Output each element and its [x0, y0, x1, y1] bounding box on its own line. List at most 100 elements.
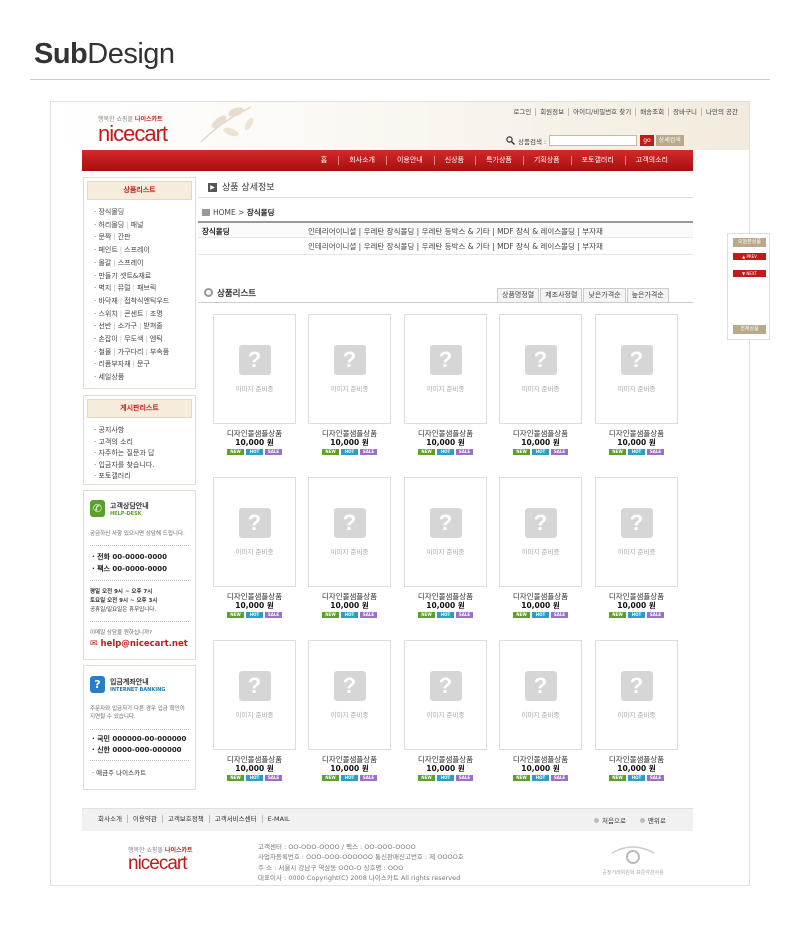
sidebar-product-link[interactable]: 손잡이 [98, 335, 117, 343]
sidebar-board-item[interactable]: · 공지사항 [94, 425, 195, 437]
sidebar-board-item[interactable]: · 포토갤러리 [94, 471, 195, 483]
sidebar-product-link[interactable]: 문짝 [98, 233, 111, 241]
footer-link-company[interactable]: 회사소개 [98, 815, 127, 823]
product-card[interactable]: ? 이미지 준비중 디자인몰샘플상품 10,000 원 NEW HOT SALE [499, 640, 582, 781]
product-name[interactable]: 디자인몰샘플상품 [213, 755, 296, 764]
sidebar-product-link[interactable]: 스프레이 [124, 246, 150, 254]
sidebar-product-link[interactable]: 페인트 [98, 246, 117, 254]
sidebar-product-link[interactable]: 문구 [137, 360, 150, 368]
product-card[interactable]: ? 이미지 준비중 디자인몰샘플상품 10,000 원 NEW HOT SALE [499, 314, 582, 455]
sidebar-product-link[interactable]: 허리몰딩 [98, 221, 124, 229]
product-card[interactable]: ? 이미지 준비중 디자인몰샘플상품 10,000 원 NEW HOT SALE [213, 314, 296, 455]
product-thumbnail[interactable]: ? 이미지 준비중 [499, 314, 582, 424]
top-link-member[interactable]: 회원정보 [535, 108, 568, 116]
product-name[interactable]: 디자인몰샘플상품 [499, 755, 582, 764]
product-thumbnail[interactable]: ? 이미지 준비중 [308, 640, 391, 750]
next-button[interactable]: ▼ NEXT [733, 270, 766, 277]
product-name[interactable]: 디자인몰샘플상품 [308, 592, 391, 601]
product-card[interactable]: ? 이미지 준비중 디자인몰샘플상품 10,000 원 NEW HOT SALE [404, 477, 487, 618]
product-name[interactable]: 디자인몰샘플상품 [595, 755, 678, 764]
product-card[interactable]: ? 이미지 준비중 디자인몰샘플상품 10,000 원 NEW HOT SALE [308, 640, 391, 781]
nav-home[interactable]: 홈 [310, 150, 338, 171]
footer-link-email[interactable]: E-MAIL [261, 815, 295, 823]
nav-new[interactable]: 신상품 [433, 150, 475, 171]
footer-link-service[interactable]: 고객서비스센터 [208, 815, 262, 823]
sidebar-product-link[interactable]: 패널 [131, 221, 144, 229]
advanced-search-button[interactable]: 상세검색 [655, 135, 684, 146]
product-card[interactable]: ? 이미지 준비중 디자인몰샘플상품 10,000 원 NEW HOT SALE [595, 477, 678, 618]
product-name[interactable]: 디자인몰샘플상품 [595, 429, 678, 438]
logo[interactable]: 행복한 쇼핑몰 나이스카트 nicecart [98, 114, 168, 145]
category-links[interactable]: 인테리어이니셜 | 우레탄 장식몰딩 | 우레탄 등박스 & 기타 | MDF … [308, 238, 603, 254]
product-name[interactable]: 디자인몰샘플상품 [404, 592, 487, 601]
sort-by-maker[interactable]: 제조사정렬 [540, 288, 583, 302]
product-card[interactable]: ? 이미지 준비중 디자인몰샘플상품 10,000 원 NEW HOT SALE [595, 640, 678, 781]
product-thumbnail[interactable]: ? 이미지 준비중 [213, 314, 296, 424]
sidebar-board-item[interactable]: · 입금자를 찾습니다. [94, 460, 195, 472]
nav-voice[interactable]: 고객의소리 [624, 150, 679, 171]
product-name[interactable]: 디자인몰샘플상품 [213, 592, 296, 601]
sort-by-low-price[interactable]: 낮은가격순 [583, 288, 626, 302]
product-card[interactable]: ? 이미지 준비중 디자인몰샘플상품 10,000 원 NEW HOT SALE [499, 477, 582, 618]
product-name[interactable]: 디자인몰샘플상품 [213, 429, 296, 438]
sidebar-product-link[interactable]: 엔틱 [150, 335, 163, 343]
product-thumbnail[interactable]: ? 이미지 준비중 [595, 314, 678, 424]
product-thumbnail[interactable]: ? 이미지 준비중 [499, 477, 582, 587]
go-top-link[interactable]: 맨위로 [639, 815, 666, 825]
sidebar-product-link[interactable]: 철물 [98, 348, 111, 356]
sidebar-product-link[interactable]: 무도색 [124, 335, 143, 343]
product-card[interactable]: ? 이미지 준비중 디자인몰샘플상품 10,000 원 NEW HOT SALE [213, 640, 296, 781]
sidebar-product-link[interactable]: 스프레이 [118, 259, 144, 267]
sidebar-board-item[interactable]: · 자주하는 질문과 답 [94, 448, 195, 460]
product-name[interactable]: 디자인몰샘플상품 [404, 755, 487, 764]
sidebar-product-link[interactable]: 콘센트 [124, 310, 143, 318]
nav-planned[interactable]: 기획상품 [522, 150, 571, 171]
nav-special[interactable]: 특가상품 [475, 150, 523, 171]
product-name[interactable]: 디자인몰샘플상품 [308, 755, 391, 764]
sidebar-product-link[interactable]: 간판 [118, 233, 131, 241]
product-card[interactable]: ? 이미지 준비중 디자인몰샘플상품 10,000 원 NEW HOT SALE [308, 314, 391, 455]
product-name[interactable]: 디자인몰샘플상품 [308, 429, 391, 438]
nav-gallery[interactable]: 포토갤러리 [570, 150, 625, 171]
sidebar-product-link[interactable]: 세일상품 [98, 373, 124, 381]
top-link-delivery[interactable]: 배송조회 [635, 108, 668, 116]
sidebar-product-link[interactable]: 몰갈 [98, 259, 111, 267]
product-thumbnail[interactable]: ? 이미지 준비중 [499, 640, 582, 750]
product-thumbnail[interactable]: ? 이미지 준비중 [213, 477, 296, 587]
help-email-link[interactable]: help@nicecart.net [101, 639, 188, 649]
product-name[interactable]: 디자인몰샘플상품 [499, 592, 582, 601]
product-card[interactable]: ? 이미지 준비중 디자인몰샘플상품 10,000 원 NEW HOT SALE [404, 314, 487, 455]
product-thumbnail[interactable]: ? 이미지 준비중 [308, 477, 391, 587]
all-products-button[interactable]: 전체상품 [733, 325, 766, 334]
sidebar-product-link[interactable]: 바닥재 [98, 297, 117, 305]
search-go-button[interactable]: go [640, 135, 654, 146]
product-name[interactable]: 디자인몰샘플상품 [499, 429, 582, 438]
sidebar-product-link[interactable]: 받쳐줄 [143, 322, 162, 330]
sidebar-product-link[interactable]: 접착식엔틱우드 [124, 297, 169, 305]
search-input[interactable] [549, 135, 638, 146]
prev-button[interactable]: ▲ PREV [733, 253, 766, 260]
product-card[interactable]: ? 이미지 준비중 디자인몰샘플상품 10,000 원 NEW HOT SALE [404, 640, 487, 781]
sidebar-product-link[interactable]: 선반 [98, 322, 111, 330]
category-links[interactable]: 인테리어이니셜 | 우레탄 장식몰딩 | 우레탄 등박스 & 기타 | MDF … [308, 223, 603, 237]
footer-link-privacy[interactable]: 고객보호정책 [161, 815, 209, 823]
product-card[interactable]: ? 이미지 준비중 디자인몰샘플상품 10,000 원 NEW HOT SALE [595, 314, 678, 455]
sidebar-product-link[interactable]: 만들기 셋트&재료 [98, 272, 151, 280]
sidebar-product-link[interactable]: 벽지 [98, 284, 111, 292]
top-link-mypage[interactable]: 나만의 공간 [701, 108, 742, 116]
product-name[interactable]: 디자인몰샘플상품 [595, 592, 678, 601]
sidebar-product-link[interactable]: 스위치 [98, 310, 117, 318]
sidebar-product-link[interactable]: 뮤럴 [118, 284, 131, 292]
sidebar-product-link[interactable]: 조명 [150, 310, 163, 318]
sidebar-product-link[interactable]: 패브릭 [137, 284, 156, 292]
sidebar-board-item[interactable]: · 고객의 소리 [94, 437, 195, 449]
go-first-link[interactable]: 처음으로 [594, 815, 626, 825]
product-thumbnail[interactable]: ? 이미지 준비중 [595, 640, 678, 750]
sidebar-product-link[interactable]: 장식몰딩 [98, 208, 124, 216]
product-thumbnail[interactable]: ? 이미지 준비중 [213, 640, 296, 750]
product-card[interactable]: ? 이미지 준비중 디자인몰샘플상품 10,000 원 NEW HOT SALE [308, 477, 391, 618]
sidebar-product-link[interactable]: 가구다리 [118, 348, 144, 356]
product-card[interactable]: ? 이미지 준비중 디자인몰샘플상품 10,000 원 NEW HOT SALE [213, 477, 296, 618]
sidebar-product-link[interactable]: 부속품 [150, 348, 169, 356]
breadcrumb-home[interactable]: HOME > [213, 208, 244, 217]
